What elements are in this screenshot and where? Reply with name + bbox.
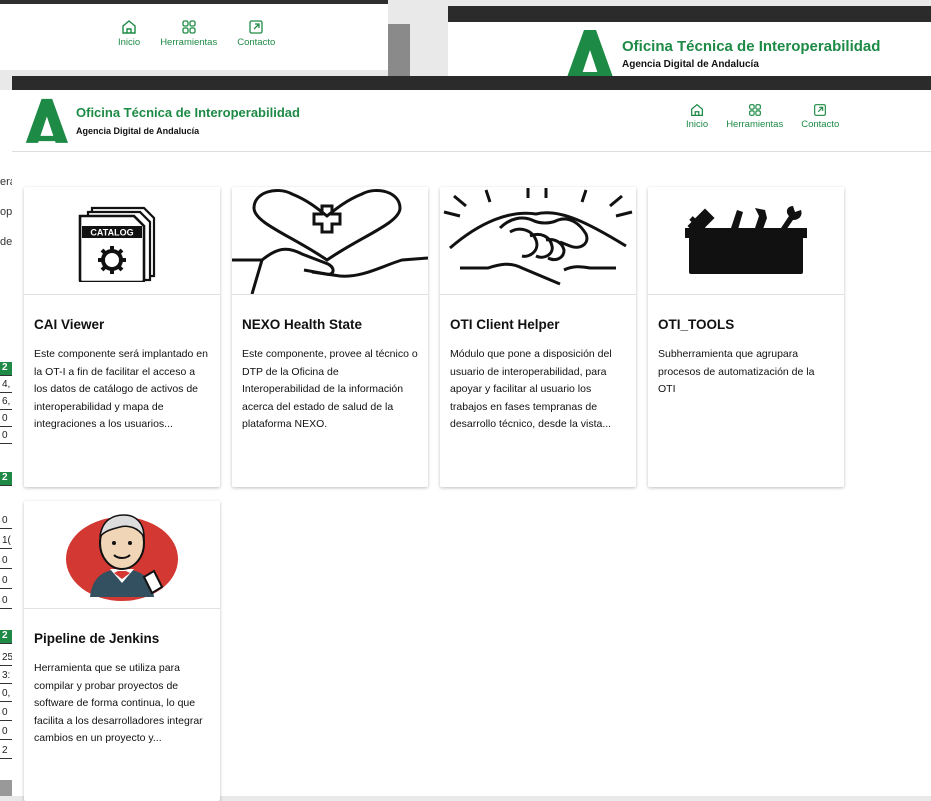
- fragment-cell: 0: [0, 430, 12, 444]
- jenkins-icon: [66, 513, 178, 601]
- nav-label: Inicio: [118, 37, 141, 48]
- fragment-text: der: [0, 236, 12, 248]
- fragment-cell: 0: [0, 595, 12, 609]
- brand-subtitle: Agencia Digital de Andalucía: [622, 59, 759, 70]
- junta-logo-icon: [25, 98, 68, 143]
- nav-label: Inicio: [686, 119, 709, 130]
- card-description: Este componente será implantado en la OT…: [34, 348, 208, 430]
- window-titlebar: [448, 6, 931, 22]
- fragment-cell: 2: [0, 630, 12, 644]
- card-title: OTI_TOOLS: [658, 317, 735, 332]
- card-title: OTI Client Helper: [450, 317, 560, 332]
- card-description: Herramienta que se utiliza para compilar…: [34, 662, 203, 744]
- fragment-cell: 2: [0, 362, 12, 376]
- catalog-icon: CATALOG: [78, 206, 156, 282]
- fragment-cell: 25: [0, 652, 12, 666]
- card-description: Este componente, provee al técnico o DTP…: [242, 348, 418, 430]
- home-icon: [122, 20, 136, 34]
- handshake-icon: [443, 187, 633, 285]
- tool-card-pipeline-jenkins[interactable]: Pipeline de Jenkins Herramienta que se u…: [24, 501, 220, 801]
- background-window-top-right: Oficina Técnica de Interoperabilidad Age…: [448, 6, 931, 80]
- card-image: CATALOG: [24, 187, 220, 295]
- background-window-left: era ope der 2 4, 6, 0 0 2 0 1( 0 0 0 2 2…: [0, 90, 12, 796]
- brand-title: Oficina Técnica de Interoperabilidad: [76, 104, 300, 120]
- site-header: Oficina Técnica de Interoperabilidad Age…: [12, 90, 931, 152]
- fragment-cell: 0: [0, 707, 12, 721]
- nav-label: Herramientas: [726, 119, 784, 130]
- toolbox-icon: [685, 205, 807, 274]
- grid-icon: [748, 104, 761, 116]
- card-description: Subherramienta que agrupara procesos de …: [658, 348, 815, 395]
- fragment-cell: 0: [0, 575, 12, 589]
- nav-contacto-bg[interactable]: Contacto: [237, 18, 275, 48]
- fragment-text: era: [0, 176, 12, 188]
- nav-label: Contacto: [801, 119, 840, 130]
- home-icon: [691, 103, 704, 116]
- card-description: Módulo que pone a disposición del usuari…: [450, 348, 612, 430]
- brand-title: Oficina Técnica de Interoperabilidad: [622, 38, 881, 55]
- background-scrollbar: [388, 24, 410, 78]
- nav-inicio[interactable]: Inicio: [686, 102, 708, 130]
- nav-herramientas-bg[interactable]: Herramientas: [160, 18, 217, 48]
- fragment-cell: 1(: [0, 535, 12, 549]
- card-image: [232, 187, 428, 295]
- heart-hand-icon: [232, 188, 428, 294]
- fragment-cell: 0: [0, 555, 12, 569]
- card-image: [24, 501, 220, 609]
- fragment-cell: 3:: [0, 670, 12, 684]
- tool-card-nexo-health-state[interactable]: NEXO Health State Este componente, prove…: [232, 187, 428, 487]
- external-link-icon: [249, 20, 263, 34]
- fragment-cell: 0: [0, 515, 12, 529]
- nav-label: Contacto: [237, 37, 276, 48]
- tool-card-cai-viewer[interactable]: CATALOG CAI Viewer Este componente será …: [24, 187, 220, 487]
- background-scrollbar: [0, 780, 12, 796]
- brand-subtitle: Agencia Digital de Andalucía: [76, 125, 200, 136]
- fragment-cell: 0: [0, 726, 12, 740]
- external-link-icon: [814, 104, 827, 116]
- nav-label: Herramientas: [160, 37, 218, 48]
- tool-card-oti-client-helper[interactable]: OTI Client Helper Módulo que pone a disp…: [440, 187, 636, 487]
- catalog-label: CATALOG: [90, 227, 133, 237]
- window-titlebar: [12, 76, 931, 90]
- brand-logo[interactable]: Oficina Técnica de Interoperabilidad Age…: [24, 96, 300, 144]
- nav-inicio-bg[interactable]: Inicio: [118, 18, 140, 48]
- fragment-cell: 0,: [0, 688, 12, 702]
- card-title: Pipeline de Jenkins: [34, 631, 160, 646]
- card-image: [440, 187, 636, 295]
- main-window: Oficina Técnica de Interoperabilidad Age…: [12, 90, 931, 801]
- background-window-top-left: Inicio Herramientas Contacto: [0, 0, 388, 70]
- tool-card-oti-tools[interactable]: OTI_TOOLS Subherramienta que agrupara pr…: [648, 187, 844, 487]
- fragment-cell: 2: [0, 472, 12, 486]
- nav-herramientas[interactable]: Herramientas: [726, 102, 783, 130]
- fragment-text: ope: [0, 206, 12, 218]
- fragment-cell: 4,: [0, 379, 12, 393]
- card-title: NEXO Health State: [242, 317, 363, 332]
- card-image: [648, 187, 844, 295]
- fragment-cell: 0: [0, 413, 12, 427]
- fragment-cell: 2: [0, 745, 12, 759]
- fragment-cell: 6,: [0, 396, 12, 410]
- main-nav: Inicio Herramientas Contacto: [686, 102, 839, 130]
- grid-icon: [182, 20, 196, 34]
- junta-logo-icon: [566, 30, 614, 80]
- nav-contacto[interactable]: Contacto: [801, 102, 839, 130]
- brand-logo-bg: Oficina Técnica de Interoperabilidad Age…: [564, 28, 880, 80]
- background-nav: Inicio Herramientas Contacto: [118, 18, 275, 48]
- card-title: CAI Viewer: [34, 317, 105, 332]
